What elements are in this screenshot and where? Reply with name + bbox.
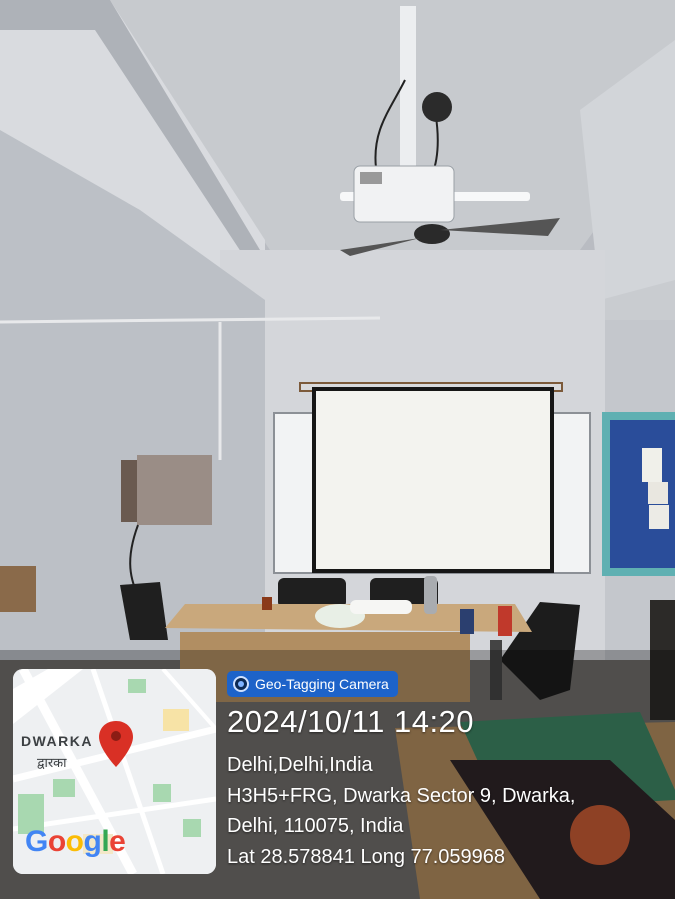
camera-icon	[233, 676, 249, 692]
paper-roll	[350, 600, 412, 614]
address-line-2: H3H5+FRG, Dwarka Sector 9, Dwarka,	[227, 785, 576, 807]
notice-paper-3	[649, 505, 669, 529]
projector-ports	[360, 172, 382, 184]
side-table	[0, 566, 36, 612]
coordinates: Lat 28.578841 Long 77.059968	[227, 846, 506, 868]
bottle	[424, 576, 437, 614]
google-letter: o	[47, 825, 66, 858]
badge-label: Geo-Tagging Camera	[255, 676, 389, 692]
wall-unit	[137, 455, 212, 525]
map-area	[163, 709, 189, 731]
map-label-dwarka-hindi: द्वारका	[37, 756, 67, 771]
notice-paper-2	[648, 482, 668, 504]
datetime-stamp: 2024/10/11 14:20	[227, 704, 475, 739]
map-label-dwarka: DWARKA	[21, 733, 93, 749]
map-park-5	[183, 819, 201, 837]
google-letter: l	[101, 825, 110, 858]
notice-paper	[642, 448, 662, 482]
bottle-red	[498, 606, 512, 636]
google-letter: g	[83, 825, 102, 858]
mini-map[interactable]: DWARKA द्वारका Google	[13, 669, 216, 874]
address-line-3: Delhi, 110075, India	[227, 815, 404, 837]
photo-frame: DWARKA द्वारका Google Geo-Tagging Camera…	[0, 0, 675, 899]
map-park-3	[53, 779, 75, 797]
chair-back	[278, 578, 346, 608]
google-letter: e	[109, 825, 126, 858]
map-park	[128, 679, 146, 693]
map-park-4	[153, 784, 171, 802]
cup	[262, 597, 272, 610]
address-line-1: Delhi,Delhi,India	[227, 754, 373, 776]
ceiling-lamp	[422, 92, 452, 122]
geo-tagging-badge: Geo-Tagging Camera	[227, 671, 398, 697]
google-logo: Google	[25, 825, 126, 859]
ac-side	[121, 460, 139, 522]
projector-screen	[312, 387, 554, 573]
jar	[460, 609, 474, 634]
google-letter: o	[65, 825, 84, 858]
google-letter: G	[25, 825, 48, 858]
fan-hub	[414, 224, 450, 244]
